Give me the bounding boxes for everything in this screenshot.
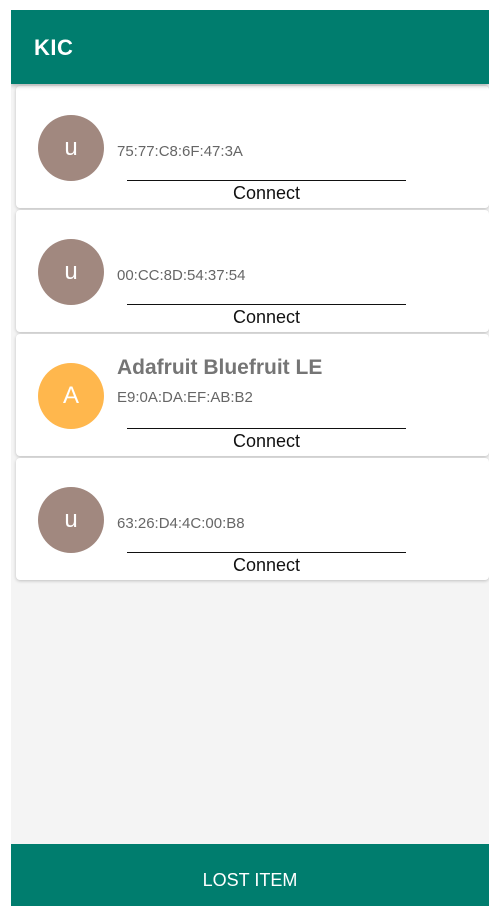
app-title: KIC [34,35,74,60]
device-address: 75:77:C8:6F:47:3A [117,143,243,160]
divider [127,304,406,305]
device-address: 00:CC:8D:54:37:54 [117,267,246,284]
lost-item-label: LOST ITEM [202,870,298,890]
device-card: A Adafruit Bluefruit LE E9:0A:DA:EF:AB:B… [16,334,489,456]
connect-button[interactable]: Connect [127,431,406,455]
device-address: 63:26:D4:4C:00:B8 [117,515,245,532]
device-address: E9:0A:DA:EF:AB:B2 [117,389,253,406]
device-card: u 75:77:C8:6F:47:3A Connect [16,86,489,208]
app-screen: KIC u 75:77:C8:6F:47:3A Connect u 00:CC:… [11,10,489,906]
connect-button[interactable]: Connect [127,555,406,579]
divider [127,552,406,553]
device-name: Adafruit Bluefruit LE [117,356,323,379]
device-avatar: u [38,115,104,181]
connect-button[interactable]: Connect [127,183,406,207]
device-card: u 00:CC:8D:54:37:54 Connect [16,210,489,332]
device-card: u 63:26:D4:4C:00:B8 Connect [16,458,489,580]
device-avatar: u [38,239,104,305]
device-list: u 75:77:C8:6F:47:3A Connect u 00:CC:8D:5… [16,86,489,582]
device-avatar: A [38,363,104,429]
lost-item-button[interactable]: LOST ITEM [11,844,489,906]
divider [127,180,406,181]
device-avatar: u [38,487,104,553]
app-bar: KIC [11,10,489,84]
connect-button[interactable]: Connect [127,307,406,331]
divider [127,428,406,429]
